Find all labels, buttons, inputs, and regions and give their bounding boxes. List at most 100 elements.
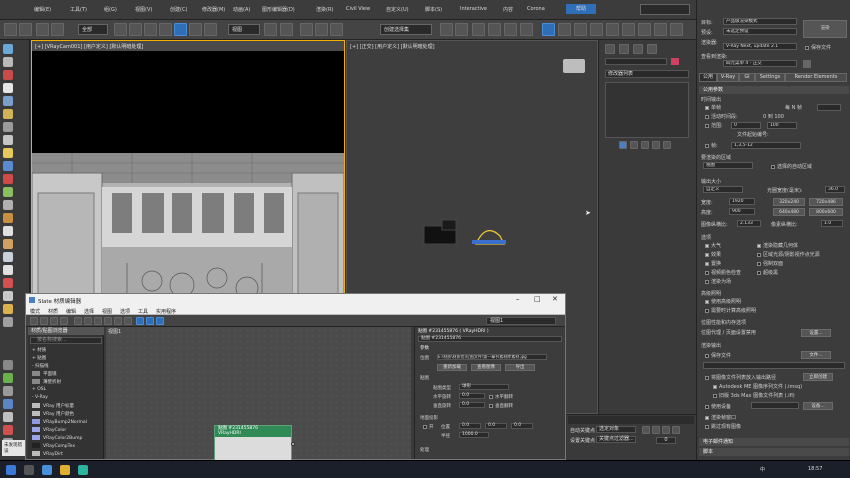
devices-button[interactable]: 设备... xyxy=(803,402,833,410)
area-dropdown[interactable]: 视图 xyxy=(703,162,753,169)
material-editor-icon[interactable] xyxy=(542,23,555,36)
size-preset-800[interactable]: 800x600 xyxy=(809,208,843,216)
scene-objects[interactable] xyxy=(422,216,512,256)
menu-item-scripting[interactable]: 脚本(S) xyxy=(425,6,442,13)
modifier-stack[interactable] xyxy=(605,82,689,138)
force-2sided-checkbox[interactable] xyxy=(757,261,761,266)
max-app-icon[interactable] xyxy=(78,465,88,475)
auto-region-checkbox[interactable] xyxy=(771,164,775,169)
view-tab-label[interactable]: 视图1 xyxy=(108,328,121,335)
hammer-icon[interactable] xyxy=(3,360,13,370)
menu-item-animation[interactable]: 动画(A) xyxy=(233,6,250,13)
folder-icon[interactable] xyxy=(3,213,13,223)
record-icon[interactable] xyxy=(3,425,13,435)
output-size-dropdown[interactable]: 自定义 xyxy=(703,186,743,193)
box-icon[interactable] xyxy=(3,109,13,119)
script-rollout[interactable]: 脚本 xyxy=(699,448,849,456)
browser-list-item[interactable]: VRay 用户标量 xyxy=(32,403,74,409)
node-view-canvas[interactable]: 视图1 贴图 #231455876 VRayHDRI xyxy=(106,327,411,461)
browser-list-item[interactable]: - V-Ray xyxy=(32,395,48,400)
workspace-selector[interactable]: 帮助 xyxy=(566,4,597,14)
save-output-checkbox[interactable] xyxy=(705,353,709,358)
menu-item-group[interactable]: 组(G) xyxy=(104,6,117,13)
browser-list-item[interactable]: VRayColor xyxy=(32,427,66,433)
preset-dropdown[interactable]: 未选定预设 xyxy=(723,28,797,35)
redo-icon[interactable] xyxy=(19,23,32,36)
menu-item-customize[interactable]: 自定义(U) xyxy=(386,6,409,13)
palette-icon[interactable] xyxy=(3,187,13,197)
angle-snap-icon[interactable] xyxy=(315,23,328,36)
bulb-icon[interactable] xyxy=(3,148,13,158)
cloud-icon[interactable] xyxy=(3,57,13,67)
rendered-frame-icon[interactable] xyxy=(574,23,587,36)
named-selection-dropdown[interactable]: 创建选择集 xyxy=(380,24,432,35)
position-y-field[interactable]: 0.0 xyxy=(485,423,507,429)
menu-item-graph-editors[interactable]: 图形编辑器(D) xyxy=(262,6,295,13)
browser-list-item[interactable]: VRay 用户颜色 xyxy=(32,411,74,417)
ground-on-checkbox[interactable] xyxy=(423,424,427,429)
auto-key-button[interactable]: 自动关键点 xyxy=(570,427,595,434)
gear-icon[interactable] xyxy=(3,278,13,288)
browser-list-item[interactable]: 平面镜 xyxy=(32,371,57,377)
browser-toggle-icon[interactable] xyxy=(156,317,164,325)
device-field[interactable] xyxy=(751,402,799,409)
active-segment-radio[interactable] xyxy=(705,114,709,119)
position-z-field[interactable]: 0.0 xyxy=(511,423,533,429)
scene-icon[interactable] xyxy=(3,44,13,54)
navigator-icon[interactable] xyxy=(136,317,144,325)
frames-field[interactable]: 1,3,5-12 xyxy=(731,142,801,149)
position-x-field[interactable]: 0.0 xyxy=(459,423,481,429)
browser-search-input[interactable]: 按名称搜索... xyxy=(30,337,102,344)
menu-item-content[interactable]: 内容 xyxy=(503,6,513,13)
align-icon[interactable] xyxy=(455,23,468,36)
browser-list-item[interactable]: 薄壁折射 xyxy=(32,379,61,385)
wrench-icon[interactable] xyxy=(3,386,13,396)
material-parameters-icon[interactable] xyxy=(114,317,122,325)
cloud-shape-icon[interactable] xyxy=(3,83,13,93)
mirror-icon[interactable] xyxy=(440,23,453,36)
common-params-rollout[interactable]: 公用参数 xyxy=(699,86,849,94)
slate-menu-mode[interactable]: 模式 xyxy=(30,308,40,315)
scene-explorer-icon[interactable] xyxy=(488,23,501,36)
globe-icon[interactable] xyxy=(3,399,13,409)
assign-material-icon[interactable] xyxy=(40,317,48,325)
camera-icon[interactable] xyxy=(3,412,13,422)
browser-list-item[interactable]: VRayDirt xyxy=(32,451,63,457)
viewport-label[interactable]: [+] [正交] [用户定义] [默认明暗处理] xyxy=(350,43,435,50)
show-end-result-icon[interactable] xyxy=(630,141,638,149)
object-name-field[interactable] xyxy=(605,58,667,65)
use-advanced-checkbox[interactable] xyxy=(705,299,709,304)
save-file-checkbox[interactable] xyxy=(805,45,809,50)
schematic-icon[interactable] xyxy=(520,23,533,36)
explorer-icon[interactable] xyxy=(60,465,70,475)
single-radio[interactable] xyxy=(705,105,709,110)
atmospherics-checkbox[interactable] xyxy=(705,243,709,248)
aperture-field[interactable]: 36.0 xyxy=(825,186,845,193)
percent-snap-icon[interactable] xyxy=(330,23,343,36)
search-icon[interactable] xyxy=(24,465,34,475)
pixel-aspect-field[interactable]: 1.0 xyxy=(821,220,843,227)
menu-item-interactive[interactable]: Interactive xyxy=(460,6,487,12)
show-map-icon[interactable] xyxy=(74,317,82,325)
slate-menu-view[interactable]: 视图 xyxy=(102,308,112,315)
h-flip-checkbox[interactable] xyxy=(489,394,493,399)
reset-map-icon[interactable] xyxy=(50,317,58,325)
current-frame-field[interactable]: 0 xyxy=(656,437,676,444)
create-tab-icon[interactable] xyxy=(605,44,615,54)
object-color-swatch[interactable] xyxy=(671,58,679,65)
hdri-map-node[interactable]: 贴图 #231455876 VRayHDRI xyxy=(214,425,295,461)
layout-icon[interactable] xyxy=(94,317,102,325)
menu-item-rendering[interactable]: 渲染(R) xyxy=(316,6,333,13)
corona-icon[interactable] xyxy=(670,23,683,36)
unlink-icon[interactable] xyxy=(51,23,64,36)
shape-icon[interactable] xyxy=(3,239,13,249)
slate-menu-tools[interactable]: 工具 xyxy=(138,308,148,315)
menu-item-edit[interactable]: 编辑(E) xyxy=(34,6,51,13)
rotate-icon[interactable] xyxy=(189,23,202,36)
tab-gi[interactable]: GI xyxy=(739,73,755,82)
play-icon[interactable] xyxy=(662,426,670,434)
size-preset-720[interactable]: 720x486 xyxy=(809,198,843,206)
light-icon[interactable] xyxy=(3,135,13,145)
vray-render-icon[interactable] xyxy=(606,23,619,36)
sphere-icon[interactable] xyxy=(3,226,13,236)
